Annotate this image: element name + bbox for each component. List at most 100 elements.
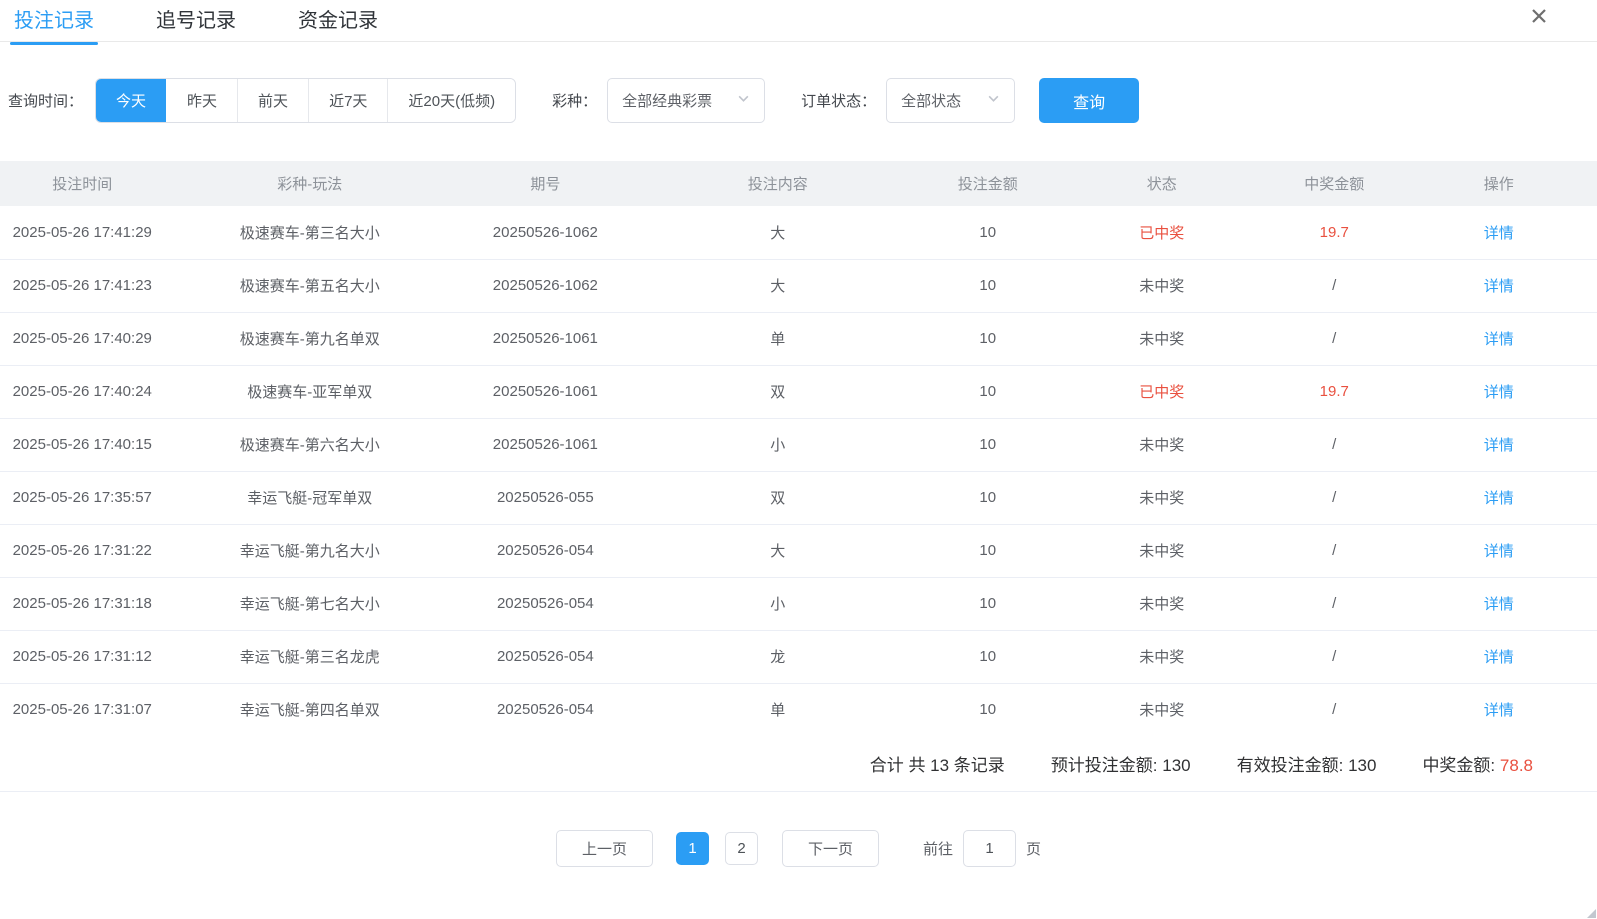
- detail-link[interactable]: 详情: [1484, 331, 1514, 348]
- time-option-button[interactable]: 昨天: [166, 79, 237, 122]
- goto-label: 前往: [923, 838, 953, 859]
- table-row: 2025-05-26 17:31:18幸运飞艇-第七名大小20250526-05…: [0, 577, 1597, 630]
- page-button-1[interactable]: 1: [676, 832, 709, 865]
- status-cell: 未中奖: [1056, 524, 1268, 577]
- resize-grip-icon[interactable]: [1587, 909, 1596, 918]
- filter-bar: 查询时间： 今天昨天前天近7天近20天(低频) 彩种： 全部经典彩票 订单状态：…: [0, 78, 1597, 123]
- detail-link[interactable]: 详情: [1484, 702, 1514, 719]
- tab-fund-records[interactable]: 资金记录: [294, 0, 382, 45]
- table-row: 2025-05-26 17:35:57幸运飞艇-冠军单双20250526-055…: [0, 471, 1597, 524]
- detail-link[interactable]: 详情: [1484, 490, 1514, 507]
- header-bet-amount: 投注金额: [920, 161, 1056, 206]
- game-play-cell: 幸运飞艇-冠军单双: [164, 471, 455, 524]
- time-option-button[interactable]: 近20天(低频): [387, 79, 515, 122]
- chevron-down-icon: [987, 92, 1000, 109]
- prize-cell: /: [1268, 312, 1401, 365]
- bet-time-cell: 2025-05-26 17:41:29: [0, 206, 164, 259]
- search-button[interactable]: 查询: [1039, 78, 1139, 123]
- status-cell: 未中奖: [1056, 312, 1268, 365]
- game-play-cell: 极速赛车-亚军单双: [164, 365, 455, 418]
- bet-amount-cell: 10: [920, 577, 1056, 630]
- actions-cell: 详情: [1401, 259, 1597, 312]
- prize-cell: 19.7: [1268, 365, 1401, 418]
- bet-content-cell: 单: [636, 683, 920, 736]
- bet-content-cell: 小: [636, 577, 920, 630]
- summary-valid-amount: 有效投注金额: 130: [1237, 751, 1377, 776]
- status-cell: 已中奖: [1056, 365, 1268, 418]
- detail-link[interactable]: 详情: [1484, 225, 1514, 242]
- time-option-button[interactable]: 近7天: [308, 79, 387, 122]
- table-row: 2025-05-26 17:31:07幸运飞艇-第四名单双20250526-05…: [0, 683, 1597, 736]
- detail-link[interactable]: 详情: [1484, 596, 1514, 613]
- actions-cell: 详情: [1401, 471, 1597, 524]
- order-status-select[interactable]: 全部状态: [886, 78, 1015, 123]
- bet-content-cell: 大: [636, 524, 920, 577]
- bet-time-cell: 2025-05-26 17:40:15: [0, 418, 164, 471]
- bet-content-cell: 双: [636, 471, 920, 524]
- header-bet-time: 投注时间: [0, 161, 164, 206]
- issue-cell: 20250526-054: [455, 524, 635, 577]
- detail-link[interactable]: 详情: [1484, 278, 1514, 295]
- bet-amount-cell: 10: [920, 365, 1056, 418]
- table-row: 2025-05-26 17:31:12幸运飞艇-第三名龙虎20250526-05…: [0, 630, 1597, 683]
- header-bet-content: 投注内容: [636, 161, 920, 206]
- status-cell: 未中奖: [1056, 418, 1268, 471]
- detail-link[interactable]: 详情: [1484, 543, 1514, 560]
- detail-link[interactable]: 详情: [1484, 384, 1514, 401]
- bet-content-cell: 单: [636, 312, 920, 365]
- bet-time-cell: 2025-05-26 17:40:24: [0, 365, 164, 418]
- lottery-type-select[interactable]: 全部经典彩票: [607, 78, 765, 123]
- game-play-cell: 幸运飞艇-第七名大小: [164, 577, 455, 630]
- bet-amount-cell: 10: [920, 206, 1056, 259]
- bet-amount-cell: 10: [920, 471, 1056, 524]
- bet-time-cell: 2025-05-26 17:31:12: [0, 630, 164, 683]
- detail-link[interactable]: 详情: [1484, 649, 1514, 666]
- table-row: 2025-05-26 17:31:22幸运飞艇-第九名大小20250526-05…: [0, 524, 1597, 577]
- prize-cell: /: [1268, 683, 1401, 736]
- goto-page-input[interactable]: [963, 830, 1016, 867]
- summary-prize-value: 78.8: [1500, 756, 1533, 775]
- time-option-button[interactable]: 今天: [96, 79, 166, 122]
- issue-cell: 20250526-054: [455, 630, 635, 683]
- status-cell: 未中奖: [1056, 577, 1268, 630]
- prize-cell: /: [1268, 471, 1401, 524]
- header-game-play: 彩种-玩法: [164, 161, 455, 206]
- bet-time-cell: 2025-05-26 17:35:57: [0, 471, 164, 524]
- bet-time-cell: 2025-05-26 17:31:07: [0, 683, 164, 736]
- status-cell: 未中奖: [1056, 259, 1268, 312]
- tab-betting-records[interactable]: 投注记录: [10, 0, 98, 45]
- status-cell: 已中奖: [1056, 206, 1268, 259]
- actions-cell: 详情: [1401, 630, 1597, 683]
- tab-chase-records[interactable]: 追号记录: [152, 0, 240, 45]
- summary-bar: 合计 共 13 条记录 预计投注金额: 130 有效投注金额: 130 中奖金额…: [0, 736, 1597, 792]
- betting-records-table: 投注时间 彩种-玩法 期号 投注内容 投注金额 状态 中奖金额 操作 2025-…: [0, 161, 1597, 737]
- bet-time-cell: 2025-05-26 17:31:22: [0, 524, 164, 577]
- issue-cell: 20250526-1061: [455, 312, 635, 365]
- summary-prize-label: 中奖金额:: [1422, 756, 1495, 775]
- summary-expected-amount: 预计投注金额: 130: [1051, 751, 1191, 776]
- order-status-value: 全部状态: [901, 90, 961, 111]
- prize-cell: /: [1268, 524, 1401, 577]
- prize-cell: 19.7: [1268, 206, 1401, 259]
- prev-page-button[interactable]: 上一页: [556, 830, 653, 867]
- actions-cell: 详情: [1401, 577, 1597, 630]
- tab-bar: 投注记录 追号记录 资金记录: [0, 0, 1597, 42]
- detail-link[interactable]: 详情: [1484, 437, 1514, 454]
- prize-cell: /: [1268, 418, 1401, 471]
- close-icon[interactable]: [1527, 4, 1551, 28]
- prize-cell: /: [1268, 259, 1401, 312]
- pagination: 上一页 1 2 下一页 前往 页: [0, 829, 1597, 867]
- bet-amount-cell: 10: [920, 312, 1056, 365]
- next-page-button[interactable]: 下一页: [782, 830, 879, 867]
- table-row: 2025-05-26 17:41:29极速赛车-第三名大小20250526-10…: [0, 206, 1597, 259]
- bet-amount-cell: 10: [920, 630, 1056, 683]
- actions-cell: 详情: [1401, 524, 1597, 577]
- game-play-cell: 极速赛车-第三名大小: [164, 206, 455, 259]
- time-option-button[interactable]: 前天: [237, 79, 308, 122]
- header-prize-amount: 中奖金额: [1268, 161, 1401, 206]
- actions-cell: 详情: [1401, 365, 1597, 418]
- page-unit-label: 页: [1026, 838, 1041, 859]
- table-row: 2025-05-26 17:40:29极速赛车-第九名单双20250526-10…: [0, 312, 1597, 365]
- actions-cell: 详情: [1401, 418, 1597, 471]
- page-button-2[interactable]: 2: [725, 832, 758, 865]
